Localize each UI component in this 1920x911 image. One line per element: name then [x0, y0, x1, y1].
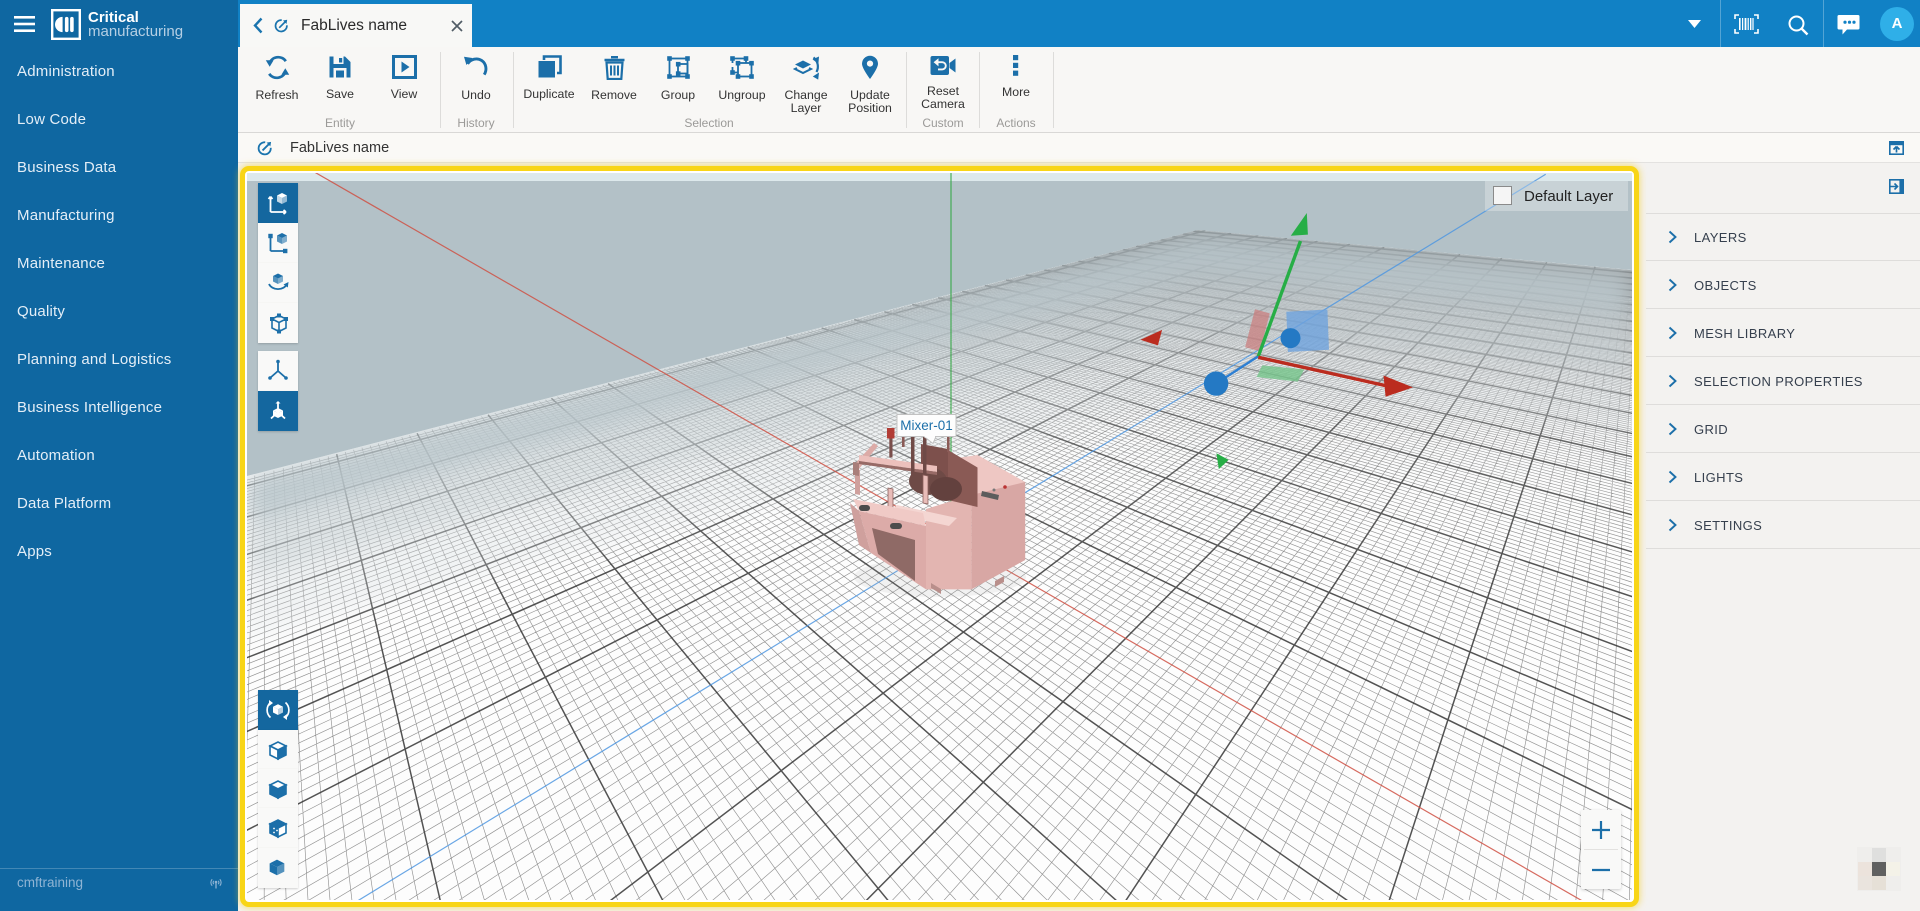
- svg-text:Mixer-01: Mixer-01: [900, 418, 953, 433]
